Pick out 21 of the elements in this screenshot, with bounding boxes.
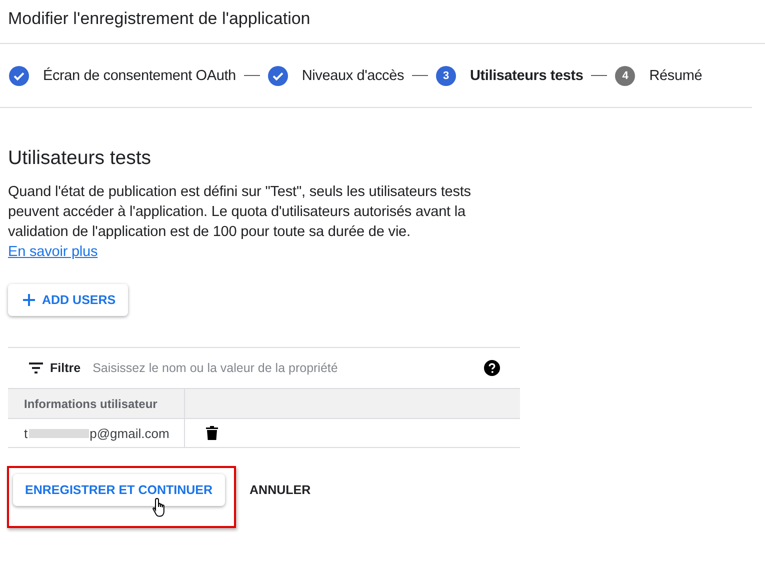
plus-icon: [22, 293, 36, 307]
section-heading: Utilisateurs tests: [8, 146, 152, 170]
filter-label: Filtre: [50, 361, 81, 375]
add-users-button[interactable]: ADD USERS: [8, 284, 128, 316]
step-number: 4: [615, 66, 636, 86]
email-text: p@gmail.com: [90, 426, 170, 440]
email-text: t: [24, 426, 28, 440]
help-icon[interactable]: [484, 360, 500, 376]
step-tab[interactable]: Résumé: [649, 68, 702, 84]
step-tab[interactable]: Utilisateurs tests: [470, 68, 584, 84]
filter-icon: [28, 362, 44, 374]
save-and-continue-button[interactable]: ENREGISTRER ET CONTINUER: [13, 474, 225, 506]
cancel-button[interactable]: ANNULER: [242, 474, 319, 506]
description-paragraph: Quand l'état de publication est défini sur "Test", seuls les utilisateurs tests peuvent accéder à l'application. Le quota d'utilisateurs autorisés avant la validation de l'application est de 100 pour toute sa durée de vie. En savoir plus: [8, 183, 472, 262]
step-tab[interactable]: Écran de consentement OAuth: [43, 68, 236, 84]
learn-more-link[interactable]: En savoir plus: [8, 244, 98, 260]
trash-icon[interactable]: [206, 426, 218, 440]
column-header: Informations utilisateur: [8, 389, 185, 418]
step-tab[interactable]: Niveaux d'accès: [302, 68, 404, 84]
step-number: 3: [436, 66, 456, 86]
page-title: Modifier l'enregistrement de l'application: [0, 0, 765, 44]
